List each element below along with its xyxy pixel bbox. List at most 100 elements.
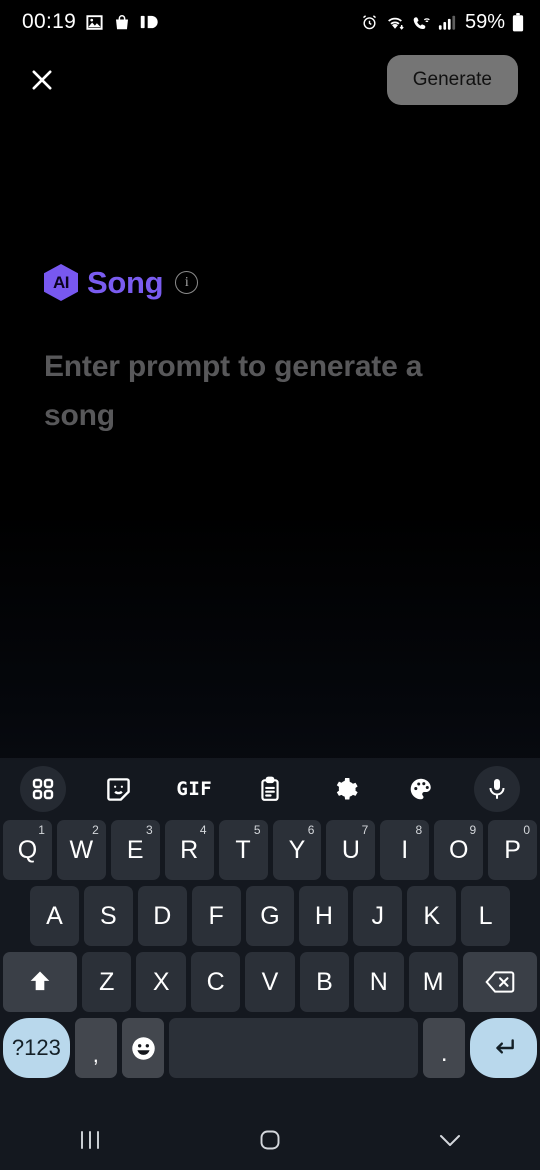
emoji-key[interactable] — [122, 1018, 164, 1078]
key-l[interactable]: L — [461, 886, 510, 946]
sticker-button[interactable] — [96, 766, 142, 812]
space-key[interactable] — [169, 1018, 418, 1078]
key-label: Y — [289, 836, 306, 865]
recents-button[interactable] — [55, 1120, 125, 1160]
key-r[interactable]: 4R — [165, 820, 214, 880]
key-j[interactable]: J — [353, 886, 402, 946]
key-h[interactable]: H — [299, 886, 348, 946]
close-button[interactable] — [22, 60, 62, 100]
prompt-placeholder[interactable]: Enter prompt to generate a song — [0, 343, 500, 440]
key-e[interactable]: 3E — [111, 820, 160, 880]
status-bar-left: 00:19 — [22, 10, 160, 34]
clipboard-icon — [257, 776, 283, 802]
key-sup: 5 — [254, 823, 261, 837]
backspace-key[interactable] — [463, 952, 537, 1012]
settings-button[interactable] — [323, 766, 369, 812]
enter-key[interactable] — [470, 1018, 537, 1078]
ai-badge-label: AI — [53, 273, 69, 293]
key-label: R — [180, 836, 198, 865]
ai-song-header: AI Song i — [0, 264, 540, 301]
key-f[interactable]: F — [192, 886, 241, 946]
key-g[interactable]: G — [246, 886, 295, 946]
key-t[interactable]: 5T — [219, 820, 268, 880]
comma-key[interactable]: , — [75, 1018, 117, 1078]
microphone-icon — [485, 777, 509, 801]
key-m[interactable]: M — [409, 952, 458, 1012]
photo-icon — [85, 13, 104, 32]
info-icon[interactable]: i — [175, 271, 198, 294]
generate-button[interactable]: Generate — [387, 55, 518, 105]
key-sup: 6 — [308, 823, 315, 837]
id-badge-icon — [140, 13, 160, 31]
key-sup: 2 — [92, 823, 99, 837]
key-o[interactable]: 9O — [434, 820, 483, 880]
status-clock: 00:19 — [22, 10, 76, 34]
key-c[interactable]: C — [191, 952, 240, 1012]
key-y[interactable]: 6Y — [273, 820, 322, 880]
key-sup: 9 — [469, 823, 476, 837]
battery-icon — [512, 13, 524, 32]
key-u[interactable]: 7U — [326, 820, 375, 880]
home-button[interactable] — [235, 1120, 305, 1160]
key-a[interactable]: A — [30, 886, 79, 946]
keyboard-toolbar: GIF — [0, 758, 540, 820]
shift-key[interactable] — [3, 952, 77, 1012]
key-label: P — [504, 836, 521, 865]
keyboard-row-2: A S D F G H J K L — [3, 886, 537, 946]
battery-percent: 59% — [465, 11, 505, 34]
keyboard-row-1: 1Q 2W 3E 4R 5T 6Y 7U 8I 9O 0P — [3, 820, 537, 880]
key-label: T — [235, 836, 250, 865]
wifi-icon — [385, 14, 405, 31]
key-sup: 7 — [362, 823, 369, 837]
status-bar-right: 59% — [361, 11, 524, 34]
key-sup: 8 — [416, 823, 423, 837]
gif-button[interactable]: GIF — [171, 766, 217, 812]
ai-hexagon-icon: AI — [44, 264, 78, 301]
signal-icon — [438, 14, 456, 31]
key-q[interactable]: 1Q — [3, 820, 52, 880]
key-sup: 1 — [38, 823, 45, 837]
key-p[interactable]: 0P — [488, 820, 537, 880]
backspace-icon — [485, 969, 515, 995]
key-s[interactable]: S — [84, 886, 133, 946]
keyboard-key-rows: 1Q 2W 3E 4R 5T 6Y 7U 8I 9O 0P A S D F G … — [0, 820, 540, 1078]
key-label: Q — [18, 836, 37, 865]
apps-grid-button[interactable] — [20, 766, 66, 812]
palette-button[interactable] — [398, 766, 444, 812]
clipboard-button[interactable] — [247, 766, 293, 812]
symbols-key[interactable]: ?123 — [3, 1018, 70, 1078]
key-d[interactable]: D — [138, 886, 187, 946]
key-sup: 4 — [200, 823, 207, 837]
key-b[interactable]: B — [300, 952, 349, 1012]
sticker-icon — [105, 776, 132, 803]
alarm-icon — [361, 14, 378, 31]
keyboard-row-4: ?123 , . — [3, 1018, 537, 1078]
app-top-bar: Generate — [0, 44, 540, 116]
comma-label: , — [93, 1042, 99, 1068]
period-key[interactable]: . — [423, 1018, 465, 1078]
microphone-button[interactable] — [474, 766, 520, 812]
key-k[interactable]: K — [407, 886, 456, 946]
call-wifi-icon — [412, 14, 431, 31]
key-w[interactable]: 2W — [57, 820, 106, 880]
key-v[interactable]: V — [245, 952, 294, 1012]
key-sup: 0 — [523, 823, 530, 837]
status-bar: 00:19 — [0, 0, 540, 44]
hide-keyboard-button[interactable] — [415, 1120, 485, 1160]
shopping-bag-icon — [113, 13, 131, 32]
key-x[interactable]: X — [136, 952, 185, 1012]
apps-grid-icon — [31, 777, 55, 801]
chevron-down-icon — [436, 1129, 464, 1151]
key-label: W — [70, 836, 94, 865]
system-nav-bar — [0, 1110, 540, 1170]
settings-gear-icon — [333, 776, 359, 802]
shift-icon — [26, 968, 54, 996]
key-z[interactable]: Z — [82, 952, 131, 1012]
key-label: E — [127, 836, 144, 865]
on-screen-keyboard: G I F — [0, 758, 540, 1110]
key-label: I — [401, 836, 408, 865]
emoji-icon — [130, 1035, 157, 1062]
key-n[interactable]: N — [354, 952, 403, 1012]
key-i[interactable]: 8I — [380, 820, 429, 880]
key-label: U — [342, 836, 360, 865]
